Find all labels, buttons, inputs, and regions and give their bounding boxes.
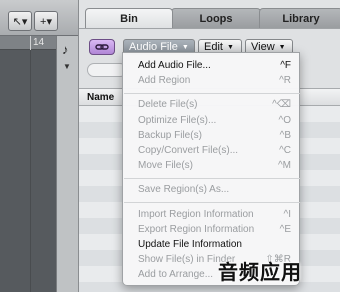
ruler-tick [30,36,31,50]
panel-side-strip: ♪ ▼ [56,36,78,292]
menu-item-label: Export Region Information [138,223,255,235]
menu-item-backup-file-s[interactable]: Backup File(s) ^B [123,129,301,144]
menu-item-label: Delete File(s) [138,99,198,111]
menu-item-shortcut: ^E [279,223,291,235]
music-note-icon[interactable]: ♪ [62,42,69,57]
menu-item-label: Copy/Convert File(s)... [138,145,239,156]
menu-item-label: Optimize File(s)... [138,114,217,126]
menu-separator [124,92,300,94]
menu-item-shortcut: ^F [280,60,291,71]
menu-item-save-region-s-as[interactable]: Save Region(s) As... [123,183,301,198]
menu-separator [124,202,300,204]
menu-item-label: Add Audio File... [138,60,211,71]
menu-item-shortcut: ^O [278,114,291,126]
menu-item-add-region[interactable]: Add Region ^R [123,74,301,89]
panel-tabbar: Loops Library Bin [79,8,340,28]
menu-item-label: Import Region Information [138,208,254,220]
menu-item-label: Move File(s) [138,160,194,172]
menu-item-update-file-information[interactable]: Update File Information [123,238,301,253]
bar-ruler[interactable]: 14 [0,36,56,50]
menu-item-import-region-information[interactable]: Import Region Information ^I [123,208,301,223]
menu-item-label: Save Region(s) As... [138,184,230,196]
tab-bin[interactable]: Bin [85,8,173,28]
tab-library[interactable]: Library [259,8,340,28]
chevron-down-icon[interactable]: ▼ [63,62,71,71]
menu-item-move-file-s[interactable]: Move File(s) ^M [123,159,301,174]
menu-item-add-audio-file[interactable]: Add Audio File... ^F [123,59,301,74]
menu-separator [124,177,300,179]
menu-item-export-region-information[interactable]: Export Region Information ^E [123,223,301,238]
menu-item-label: Backup File(s) [138,129,202,141]
chevron-down-icon: ▼ [226,43,234,51]
bar-gridline [30,50,31,292]
menu-item-optimize-file-s[interactable]: Optimize File(s)... ^O [123,114,301,129]
link-icon [95,44,109,50]
menu-item-shortcut: ^R [279,75,291,87]
chevron-down-icon: ▼ [278,43,286,51]
track-lane[interactable] [0,50,56,292]
menu-item-label: Update File Information [138,239,242,250]
ruler-bar-number: 14 [33,37,45,48]
search-field[interactable] [87,63,127,77]
menu-item-copy-convert-file-s[interactable]: Copy/Convert File(s)... ^C [123,144,301,159]
chevron-down-icon: ▼ [181,43,189,51]
secondary-tool-button[interactable]: +▾ [34,11,58,31]
menu-item-shortcut: ^C [279,145,291,156]
menu-item-label: Add to Arrange... [138,269,214,281]
menu-item-shortcut: ^M [277,160,291,172]
menu-item-label: Add Region [138,75,191,87]
audio-file-dropdown-menu: Add Audio File... ^F Add Region ^R Delete Fi… [122,52,300,286]
column-header-name[interactable]: Name [87,92,114,103]
link-button[interactable] [89,39,115,55]
menu-item-shortcut: ^I [283,208,291,220]
arrange-toolbar: ↖▾ +▾ [0,0,78,36]
tab-loops[interactable]: Loops [171,8,261,28]
watermark-text: 音频应用 [218,260,302,284]
menu-item-delete-file-s[interactable]: Delete File(s) ^⌫ [123,98,301,113]
arrange-area: ↖▾ +▾ 14 ♪ ▼ [0,0,78,292]
menu-item-shortcut: ^B [279,129,291,141]
pointer-tool-button[interactable]: ↖▾ [8,11,32,31]
menu-item-shortcut: ^⌫ [272,99,291,111]
